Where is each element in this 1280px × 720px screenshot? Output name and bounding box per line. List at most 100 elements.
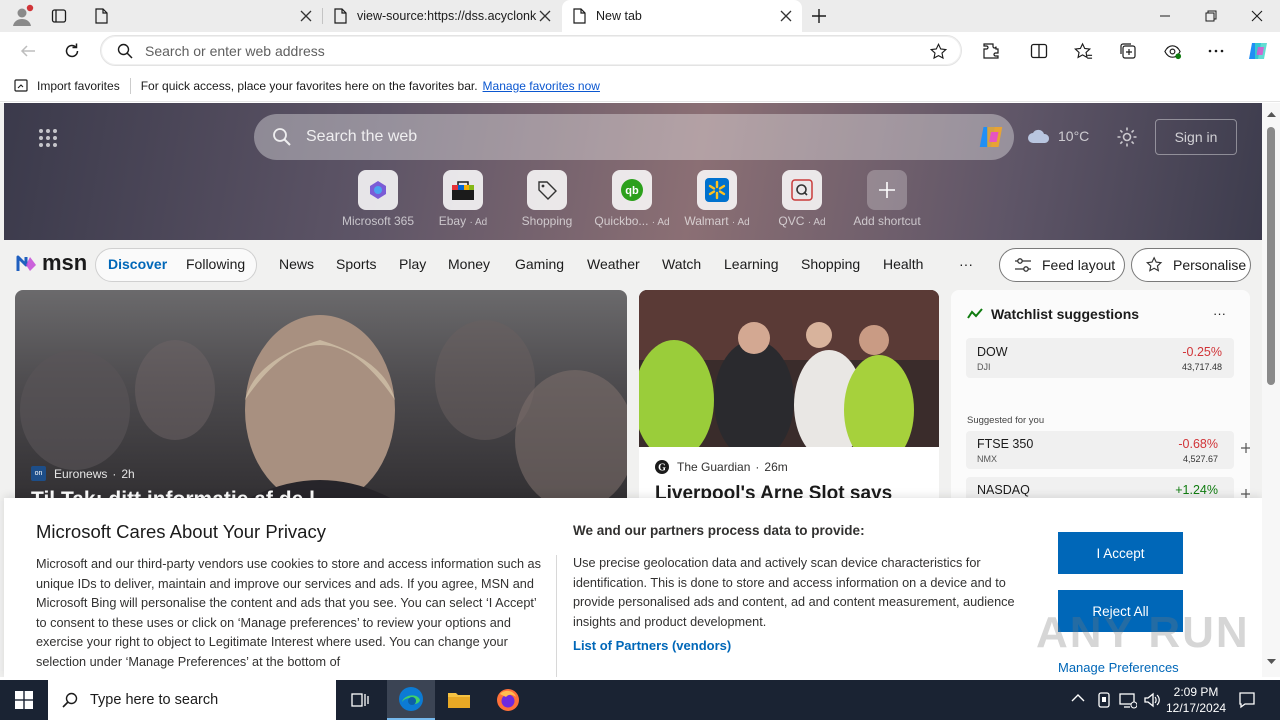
nav-play[interactable]: Play: [399, 256, 426, 272]
stock-name: FTSE 350: [977, 437, 1034, 451]
taskbar-firefox[interactable]: [484, 680, 532, 720]
split-screen-icon[interactable]: [1025, 37, 1053, 65]
profile-avatar-icon[interactable]: [10, 4, 34, 28]
main-story-card[interactable]: on Euronews · 2h Til Tak: ditt informati…: [15, 290, 627, 520]
second-story-card[interactable]: G The Guardian · 26m Liverpool's Arne Sl…: [639, 290, 939, 520]
stock-name: NASDAQ: [977, 483, 1030, 497]
weather-temperature: 10°C: [1058, 128, 1090, 144]
sign-in-button[interactable]: Sign in: [1155, 119, 1237, 155]
web-search-input[interactable]: [306, 128, 926, 146]
close-tab-icon[interactable]: [780, 10, 792, 22]
favorites-icon[interactable]: [1069, 37, 1097, 65]
new-tab-plus-icon[interactable]: [810, 7, 828, 25]
msn-logo[interactable]: msn: [16, 250, 87, 276]
address-bar[interactable]: [100, 35, 962, 66]
tab-actions-icon[interactable]: [51, 8, 67, 24]
nav-weather[interactable]: Weather: [587, 256, 640, 272]
browser-essentials-icon[interactable]: [1158, 37, 1186, 65]
nav-shopping[interactable]: Shopping: [801, 256, 860, 272]
tray-device-icon[interactable]: [1096, 691, 1112, 709]
extensions-icon[interactable]: [977, 37, 1005, 65]
watchlist-more-button[interactable]: ···: [1213, 306, 1226, 321]
copilot-icon[interactable]: [976, 122, 1006, 152]
collections-icon[interactable]: [1114, 37, 1142, 65]
ad-label: · Ad: [651, 217, 670, 228]
address-input[interactable]: [145, 42, 905, 59]
favorite-star-icon[interactable]: [930, 43, 947, 60]
network-icon[interactable]: [1119, 691, 1137, 709]
shortcut-label: QVC: [778, 214, 805, 228]
tab-following[interactable]: Following: [186, 256, 245, 272]
back-arrow-icon[interactable]: [14, 37, 42, 65]
notifications-icon[interactable]: [1238, 691, 1256, 709]
more-menu-icon[interactable]: [1202, 37, 1230, 65]
stock-row-ftse[interactable]: FTSE 350 NMX -0.68% 4,527.67: [966, 431, 1250, 469]
nav-sports[interactable]: Sports: [336, 256, 376, 272]
refresh-icon[interactable]: [58, 37, 86, 65]
scroll-up-arrow-icon[interactable]: [1267, 111, 1276, 117]
shortcut-walmart[interactable]: Walmart · Ad: [677, 170, 757, 228]
stock-change: -0.68%: [1178, 437, 1218, 451]
shortcut-qvc[interactable]: QVC · Ad: [762, 170, 842, 228]
chevron-up-icon[interactable]: [1071, 693, 1085, 703]
web-search-box[interactable]: [254, 114, 1014, 160]
weather-widget[interactable]: 10°C: [1026, 127, 1089, 145]
start-button[interactable]: [0, 680, 48, 720]
ad-label: · Ad: [731, 217, 750, 228]
shortcut-add[interactable]: Add shortcut: [847, 170, 927, 228]
nav-gaming[interactable]: Gaming: [515, 256, 564, 272]
personalise-button[interactable]: Personalise: [1131, 248, 1251, 282]
stock-change: -0.25%: [1182, 345, 1222, 359]
nav-health[interactable]: Health: [883, 256, 923, 272]
restore-button[interactable]: [1188, 0, 1234, 32]
source-name: Euronews: [54, 466, 108, 481]
accept-button[interactable]: I Accept: [1058, 532, 1183, 574]
task-view-button[interactable]: [336, 680, 384, 720]
tab-discover[interactable]: Discover: [108, 256, 167, 272]
add-plus-icon[interactable]: [1240, 442, 1250, 454]
page-scrollbar[interactable]: [1262, 103, 1280, 677]
folder-icon: [448, 693, 470, 708]
taskbar-edge[interactable]: [387, 680, 435, 720]
privacy-body: Microsoft and our third-party vendors us…: [36, 557, 541, 669]
shortcut-quickbooks[interactable]: qb Quickbo... · Ad: [592, 170, 672, 228]
tab-blank[interactable]: [84, 0, 322, 32]
feed-layout-button[interactable]: Feed layout: [999, 248, 1125, 282]
shortcut-ebay[interactable]: Ebay · Ad: [423, 170, 503, 228]
nav-news[interactable]: News: [279, 256, 314, 272]
scroll-down-arrow-icon[interactable]: [1267, 659, 1276, 665]
volume-icon[interactable]: [1143, 691, 1161, 709]
close-tab-icon[interactable]: [539, 10, 551, 22]
scroll-thumb[interactable]: [1267, 127, 1275, 385]
watchlist-title: Watchlist suggestions: [991, 306, 1140, 322]
import-favorites-icon: [14, 78, 30, 94]
close-window-button[interactable]: [1234, 0, 1280, 32]
app-launcher-icon[interactable]: [38, 128, 58, 148]
shortcut-microsoft-365[interactable]: Microsoft 365: [338, 170, 418, 228]
nav-more-button[interactable]: ···: [959, 256, 973, 272]
minimize-button[interactable]: [1142, 0, 1188, 32]
clock-time: 2:09 PM: [1173, 685, 1219, 699]
nav-watch[interactable]: Watch: [662, 256, 701, 272]
vendors-link[interactable]: List of Partners (vendors): [573, 638, 731, 653]
settings-gear-icon[interactable]: [1116, 126, 1138, 148]
copilot-icon[interactable]: [1244, 37, 1272, 65]
cloudy-weather-icon: [1026, 127, 1052, 145]
shortcut-shopping[interactable]: Shopping: [507, 170, 587, 228]
system-clock[interactable]: 2:09 PM 12/17/2024: [1166, 684, 1226, 716]
import-favorites-button[interactable]: Import favorites: [37, 79, 120, 93]
taskbar-file-explorer[interactable]: [435, 680, 483, 720]
manage-preferences-link[interactable]: Manage Preferences: [1058, 660, 1179, 675]
taskbar-search-box[interactable]: Type here to search: [48, 680, 336, 720]
nav-learning[interactable]: Learning: [724, 256, 779, 272]
stock-row-dow[interactable]: DOW DJI -0.25% 43,717.48: [966, 338, 1234, 378]
tab-new-tab[interactable]: New tab: [562, 0, 802, 32]
tab-view-source[interactable]: view-source:https://dss.acyclonk: [323, 0, 561, 32]
close-tab-icon[interactable]: [300, 10, 312, 22]
manage-favorites-link[interactable]: Manage favorites now: [483, 79, 600, 93]
shortcut-label: Microsoft 365: [341, 214, 415, 228]
stock-change: +1.24%: [1175, 483, 1218, 497]
search-icon: [117, 43, 133, 59]
nav-money[interactable]: Money: [448, 256, 490, 272]
clock-date: 12/17/2024: [1166, 701, 1227, 715]
